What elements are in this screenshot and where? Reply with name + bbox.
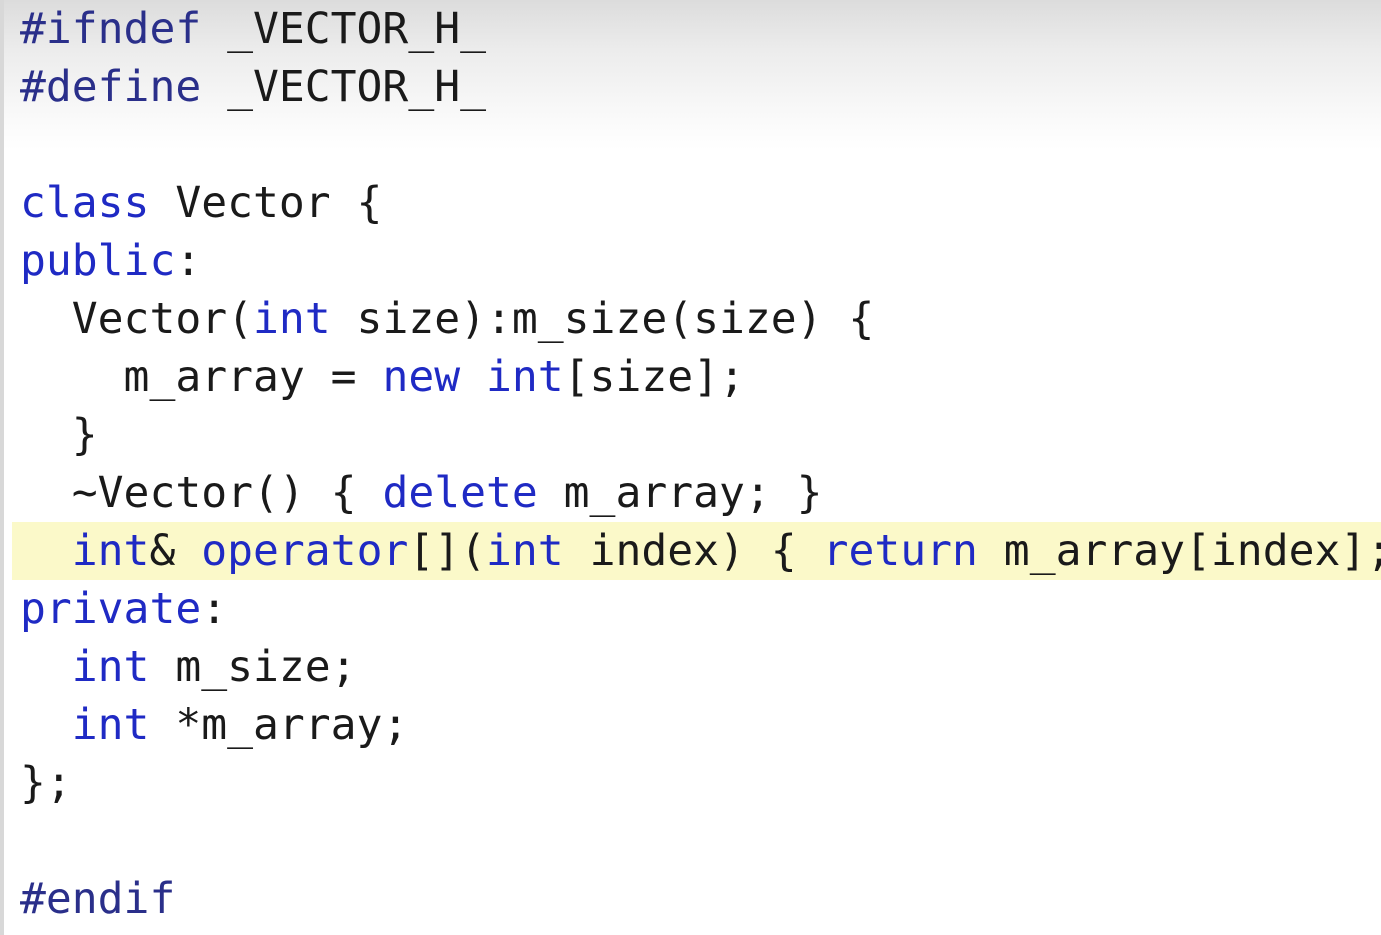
code-token: m_size; [149,642,357,692]
code-line-2[interactable]: #define _VECTOR_H_ [20,58,1381,116]
keyword-token: new [382,352,461,402]
code-token: : [175,236,202,286]
code-token: m_array = [20,352,383,402]
preprocessor-token: #endif [20,874,176,924]
keyword-token: return [822,526,978,576]
code-token: : [201,584,228,634]
keyword-token: int [486,526,564,576]
code-token: m_array[index]; } [1003,526,1381,576]
keyword-token: operator [201,526,409,576]
keyword-token: int [71,700,150,750]
code-token: size):m_size(size) { [330,294,875,344]
code-line-10[interactable]: int& operator[](int index) { return m_ar… [12,522,1381,580]
code-line-12[interactable]: int m_size; [20,638,1381,696]
code-token: ~Vector() { [20,468,383,518]
keyword-token: int [71,642,150,692]
code-line-5[interactable]: public: [20,232,1381,290]
code-line-16[interactable]: #endif [20,870,1381,928]
code-token: & [149,526,202,576]
code-line-8[interactable]: } [20,406,1381,464]
code-line-14[interactable]: }; [20,754,1381,812]
code-line-9[interactable]: ~Vector() { delete m_array; } [20,464,1381,522]
code-token: *m_array; [149,700,409,750]
code-token: m_array; } [537,468,823,518]
code-area[interactable]: #ifndef _VECTOR_H_ #define _VECTOR_H_ cla… [12,0,1381,928]
code-token: index) { [563,526,823,576]
code-token: _VECTOR_H_ [201,4,486,54]
code-line-6[interactable]: Vector(int size):m_size(size) { [20,290,1381,348]
keyword-token: private [20,584,202,634]
preprocessor-token: #define [20,62,202,112]
keyword-token: public [20,236,176,286]
code-token: Vector( [20,294,253,344]
keyword-token: int [253,294,331,344]
keyword-token: int [486,352,564,402]
code-line-1[interactable]: #ifndef _VECTOR_H_ [20,0,1381,58]
code-token: []( [408,526,487,576]
code-line-7[interactable]: m_array = new int[size]; [20,348,1381,406]
keyword-token: int [71,526,150,576]
code-editor[interactable]: #ifndef _VECTOR_H_ #define _VECTOR_H_ cla… [0,0,1381,935]
code-line-11[interactable]: private: [20,580,1381,638]
keyword-token: class [20,178,150,228]
preprocessor-token: #ifndef [20,4,202,54]
code-token: } [20,410,98,460]
code-token: _VECTOR_H_ [201,62,486,112]
code-line-3[interactable] [20,116,1381,174]
code-token: [size]; [563,352,745,402]
code-line-15[interactable] [20,812,1381,870]
code-line-4[interactable]: class Vector { [20,174,1381,232]
code-line-13[interactable]: int *m_array; [20,696,1381,754]
keyword-token: delete [382,468,538,518]
code-token: }; [20,758,72,808]
code-token: Vector { [149,178,383,228]
